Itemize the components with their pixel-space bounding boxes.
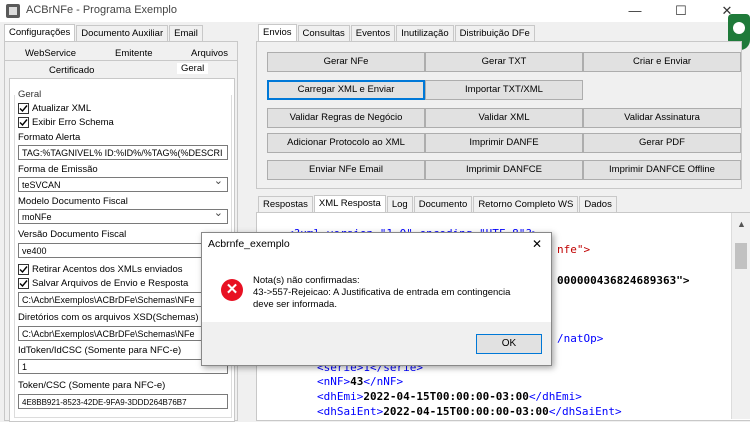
tab-consultas[interactable]: Consultas [297, 25, 350, 41]
dhemi-value: 2022-04-15T00:00:00-03:00 [363, 390, 529, 403]
ok-button[interactable]: OK [476, 334, 542, 354]
formato-alerta-input[interactable]: TAG:%TAGNIVEL% ID:%ID%/%TAG%(%DESCRI [18, 145, 228, 160]
dialog-title: Acbrnfe_exemplo [208, 238, 290, 250]
tab-inutilizacao[interactable]: Inutilização [396, 25, 454, 41]
window-title: ACBrNFe - Programa Exemplo [26, 4, 177, 16]
xml-attr-value: nfe"> [557, 243, 591, 256]
tab-documento[interactable]: Documento [413, 196, 473, 212]
versao-documento-label: Versão Documento Fiscal [18, 229, 127, 240]
subtab-arquivos[interactable]: Arquivos [191, 48, 228, 59]
token-label: Token/CSC (Somente para NFC-e) [18, 380, 166, 391]
nnf-open-tag: <nNF> [317, 375, 351, 388]
retirar-acentos-label: Retirar Acentos dos XMLs enviados [32, 264, 183, 275]
dialog-message-line3: deve ser informada. [253, 299, 337, 310]
tab-distribuicao-dfe[interactable]: Distribuição DFe [454, 25, 535, 41]
tab-dados[interactable]: Dados [579, 196, 617, 212]
validar-assinatura-button[interactable]: Validar Assinatura [583, 108, 741, 128]
dialog-close-button[interactable]: ✕ [532, 237, 542, 251]
versao-documento-value: ve400 [22, 246, 47, 256]
salvar-path-input[interactable]: C:\Acbr\Exemplos\ACBrDFe\Schemas\NFe [18, 292, 228, 307]
envios-panel: Gerar NFe Gerar TXT Criar e Enviar Carre… [256, 41, 742, 189]
title-bar: ACBrNFe - Programa Exemplo — ☐ ✕ [0, 0, 750, 22]
gerar-nfe-button[interactable]: Gerar NFe [267, 52, 425, 72]
modelo-documento-label: Modelo Documento Fiscal [18, 196, 128, 207]
xml-fragment-1: nfe"> [557, 243, 590, 256]
salvar-arquivos-checkbox[interactable] [18, 278, 29, 289]
check-icon [19, 119, 28, 127]
tab-configuracoes[interactable]: Configurações [4, 24, 76, 42]
xml-dhemi: <dhEmi>2022-04-15T00:00:00-03:00</dhEmi> [317, 390, 582, 403]
subtab-certificado[interactable]: Certificado [49, 65, 94, 76]
adicionar-protocolo-button[interactable]: Adicionar Protocolo ao XML [267, 133, 425, 153]
forma-emissao-select[interactable]: teSVCAN [18, 177, 228, 192]
gerar-pdf-button[interactable]: Gerar PDF [583, 133, 741, 153]
dhsai-value: 2022-04-15T00:00:00-03:00 [383, 405, 549, 418]
tab-email[interactable]: Email [169, 25, 203, 41]
validar-xml-button[interactable]: Validar XML [425, 108, 583, 128]
tab-eventos[interactable]: Eventos [350, 25, 396, 41]
error-dialog: Acbrnfe_exemplo ✕ ✕ Nota(s) não confirma… [201, 232, 552, 366]
retirar-acentos-checkbox[interactable] [18, 264, 29, 275]
subtab-emitente[interactable]: Emitente [115, 48, 153, 59]
subtab-webservice[interactable]: WebService [25, 48, 76, 59]
tab-envios[interactable]: Envios [258, 24, 297, 42]
dialog-message-line2: 43->557-Rejeicao: A Justificativa de ent… [253, 287, 511, 298]
exibir-erro-schema-checkbox[interactable] [18, 117, 29, 128]
idtoken-label: IdToken/IdCSC (Somente para NFC-e) [18, 345, 182, 356]
exibir-erro-schema-label: Exibir Erro Schema [32, 117, 114, 128]
tab-retorno-completo-ws[interactable]: Retorno Completo WS [473, 196, 579, 212]
forma-emissao-label: Forma de Emissão [18, 164, 98, 175]
tab-documento-auxiliar[interactable]: Documento Auxiliar [76, 25, 169, 41]
dhsai-open-tag: <dhSaiEnt> [317, 405, 384, 418]
dhemi-open-tag: <dhEmi> [317, 390, 364, 403]
modelo-documento-select[interactable]: moNFe [18, 209, 228, 224]
xml-id-value: 000000436824689363"> [557, 274, 690, 287]
app-icon [6, 4, 20, 18]
check-icon [19, 105, 28, 113]
imprimir-danfce-offline-button[interactable]: Imprimir DANFCE Offline [583, 160, 741, 180]
check-icon [19, 266, 28, 274]
validar-regras-button[interactable]: Validar Regras de Negócio [267, 108, 425, 128]
forma-emissao-value: teSVCAN [22, 180, 61, 190]
maximize-button[interactable]: ☐ [658, 0, 704, 22]
gerar-txt-button[interactable]: Gerar TXT [425, 52, 583, 72]
scroll-thumb[interactable] [735, 243, 747, 269]
minimize-button[interactable]: — [612, 0, 658, 22]
xml-fragment-3: /natOp> [557, 332, 604, 345]
divider [5, 60, 237, 61]
subtab-geral[interactable]: Geral [177, 63, 209, 74]
dialog-title-bar: Acbrnfe_exemplo ✕ [202, 233, 551, 255]
formato-alerta-label: Formato Alerta [18, 132, 81, 143]
scroll-up-icon[interactable]: ▲ [737, 219, 746, 229]
xml-fragment-2: 000000436824689363"> [557, 274, 689, 287]
enviar-nfe-email-button[interactable]: Enviar NFe Email [267, 160, 425, 180]
carregar-xml-enviar-button[interactable]: Carregar XML e Enviar [267, 80, 425, 100]
importar-txt-xml-button[interactable]: Importar TXT/XML [425, 80, 583, 100]
imprimir-danfe-button[interactable]: Imprimir DANFE [425, 133, 583, 153]
error-icon: ✕ [221, 279, 243, 301]
atualizar-xml-checkbox[interactable] [18, 103, 29, 114]
tab-xml-resposta[interactable]: XML Resposta [313, 195, 386, 213]
nnf-value: 43 [350, 375, 364, 388]
xml-dhsaient: <dhSaiEnt>2022-04-15T00:00:00-03:00</dhS… [317, 405, 622, 418]
dialog-message-line1: Nota(s) não confirmadas: [253, 275, 360, 286]
imprimir-danfce-button[interactable]: Imprimir DANFCE [425, 160, 583, 180]
xsd-path-input[interactable]: C:\Acbr\Exemplos\ACBrDFe\Schemas\NFe [18, 326, 228, 341]
xml-nnf: <nNF>43</nNF> [317, 375, 403, 388]
tab-log[interactable]: Log [386, 196, 413, 212]
xsd-label: Diretórios com os arquivos XSD(Schemas) [18, 312, 199, 323]
versao-documento-select[interactable]: ve400 [18, 243, 228, 258]
dhsai-close-tag: </dhSaiEnt> [548, 405, 622, 418]
idtoken-input[interactable]: 1 [18, 359, 228, 374]
check-icon [19, 280, 28, 288]
tab-respostas[interactable]: Respostas [258, 196, 313, 212]
token-input[interactable]: 4E8BB921-8523-42DE-9FA9-3DDD264B76B7 [18, 394, 228, 409]
atualizar-xml-label: Atualizar XML [32, 103, 92, 114]
vertical-scrollbar[interactable]: ▲ [731, 213, 750, 419]
criar-e-enviar-button[interactable]: Criar e Enviar [583, 52, 741, 72]
salvar-arquivos-label: Salvar Arquivos de Envio e Resposta [32, 278, 189, 289]
nnf-close-tag: </nNF> [363, 375, 404, 388]
modelo-documento-value: moNFe [22, 212, 52, 222]
dhemi-close-tag: </dhEmi> [528, 390, 582, 403]
